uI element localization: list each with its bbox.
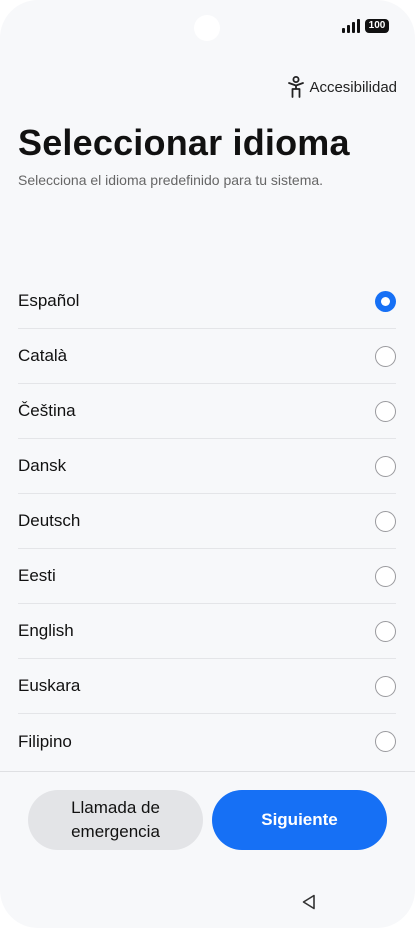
accessibility-label: Accesibilidad [309, 78, 397, 96]
language-option[interactable]: Deutsch [18, 494, 396, 549]
footer-divider [0, 771, 415, 772]
back-triangle-icon[interactable] [300, 893, 318, 911]
camera-cutout [194, 15, 220, 41]
radio-button[interactable] [375, 620, 396, 642]
language-label: Español [18, 291, 80, 310]
next-button[interactable]: Siguiente [212, 790, 387, 850]
language-option[interactable]: Català [18, 329, 396, 384]
language-label: Català [18, 346, 68, 365]
language-label: Čeština [18, 401, 76, 420]
status-bar: 100 [342, 19, 389, 33]
language-option[interactable]: Čeština [18, 384, 396, 439]
language-label: Filipino [18, 731, 72, 751]
language-option[interactable]: Eesti [18, 549, 396, 604]
language-label: English [18, 621, 74, 640]
language-label: Euskara [18, 676, 81, 695]
language-option[interactable]: English [18, 604, 396, 659]
emergency-label-line1: Llamada de [71, 798, 160, 817]
emergency-call-button[interactable]: Llamada de emergencia [28, 790, 203, 850]
signal-icon [342, 19, 360, 33]
battery-level: 100 [368, 20, 386, 31]
radio-button[interactable] [375, 400, 396, 422]
battery-icon: 100 [365, 19, 389, 33]
radio-button[interactable] [375, 510, 396, 532]
page-subtitle: Selecciona el idioma predefinido para tu… [18, 172, 324, 188]
language-option[interactable]: Filipino [18, 714, 396, 769]
radio-button[interactable] [375, 345, 396, 367]
radio-button[interactable] [375, 455, 396, 477]
language-option[interactable]: Dansk [18, 439, 396, 494]
language-label: Dansk [18, 456, 67, 475]
language-label: Eesti [18, 566, 56, 585]
language-label: Deutsch [18, 511, 81, 530]
radio-button[interactable] [375, 565, 396, 587]
language-option[interactable]: Español [18, 274, 396, 329]
language-list: Español Català Čeština Dansk Deutsch Ees… [18, 274, 396, 769]
phone-screen: 100 Accesibilidad Seleccionar idioma Sel… [0, 0, 415, 928]
radio-button[interactable] [375, 731, 396, 752]
radio-button-selected[interactable] [375, 290, 396, 312]
radio-button[interactable] [375, 675, 396, 697]
accessibility-icon [288, 76, 305, 98]
page-title: Seleccionar idioma [18, 122, 350, 163]
language-option[interactable]: Euskara [18, 659, 396, 714]
accessibility-button[interactable]: Accesibilidad [287, 76, 397, 98]
emergency-label-line2: emergencia [71, 822, 160, 841]
